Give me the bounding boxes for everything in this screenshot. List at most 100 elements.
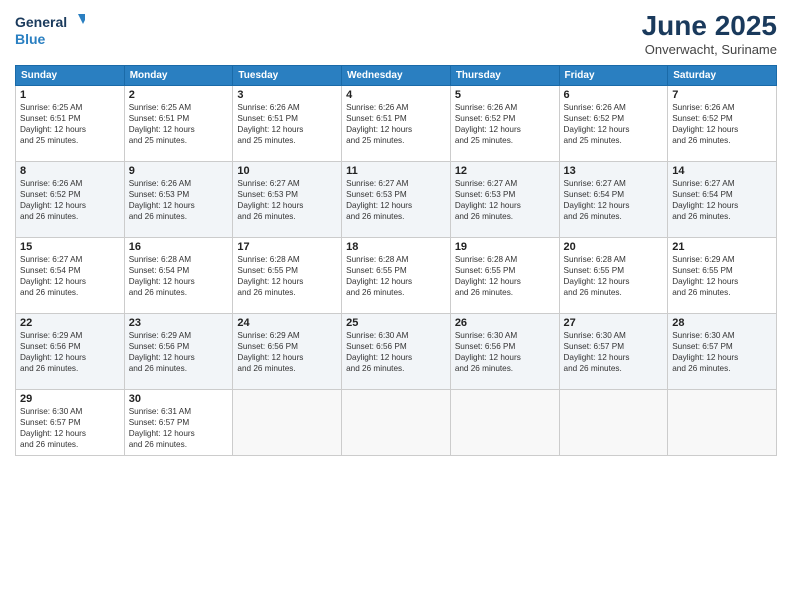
day-number: 17 [237, 241, 337, 253]
day-cell: 21Sunrise: 6:29 AM Sunset: 6:55 PM Dayli… [668, 238, 777, 314]
logo-svg: General Blue [15, 10, 85, 50]
day-cell: 22Sunrise: 6:29 AM Sunset: 6:56 PM Dayli… [16, 314, 125, 390]
day-info: Sunrise: 6:26 AM Sunset: 6:51 PM Dayligh… [346, 102, 446, 146]
day-number: 4 [346, 89, 446, 101]
col-header-wednesday: Wednesday [342, 66, 451, 86]
day-cell: 2Sunrise: 6:25 AM Sunset: 6:51 PM Daylig… [124, 86, 233, 162]
day-cell: 3Sunrise: 6:26 AM Sunset: 6:51 PM Daylig… [233, 86, 342, 162]
day-cell: 27Sunrise: 6:30 AM Sunset: 6:57 PM Dayli… [559, 314, 668, 390]
day-info: Sunrise: 6:29 AM Sunset: 6:56 PM Dayligh… [20, 330, 120, 374]
day-cell [559, 390, 668, 456]
day-number: 15 [20, 241, 120, 253]
day-number: 18 [346, 241, 446, 253]
week-row-4: 22Sunrise: 6:29 AM Sunset: 6:56 PM Dayli… [16, 314, 777, 390]
month-title: June 2025 [642, 10, 777, 42]
day-info: Sunrise: 6:28 AM Sunset: 6:54 PM Dayligh… [129, 254, 229, 298]
col-header-friday: Friday [559, 66, 668, 86]
day-number: 13 [564, 165, 664, 177]
day-cell: 20Sunrise: 6:28 AM Sunset: 6:55 PM Dayli… [559, 238, 668, 314]
day-info: Sunrise: 6:26 AM Sunset: 6:52 PM Dayligh… [672, 102, 772, 146]
day-cell: 1Sunrise: 6:25 AM Sunset: 6:51 PM Daylig… [16, 86, 125, 162]
day-info: Sunrise: 6:30 AM Sunset: 6:56 PM Dayligh… [346, 330, 446, 374]
day-cell: 9Sunrise: 6:26 AM Sunset: 6:53 PM Daylig… [124, 162, 233, 238]
day-info: Sunrise: 6:26 AM Sunset: 6:52 PM Dayligh… [455, 102, 555, 146]
day-cell: 6Sunrise: 6:26 AM Sunset: 6:52 PM Daylig… [559, 86, 668, 162]
day-number: 23 [129, 317, 229, 329]
day-cell: 17Sunrise: 6:28 AM Sunset: 6:55 PM Dayli… [233, 238, 342, 314]
title-block: June 2025 Onverwacht, Suriname [642, 10, 777, 57]
day-number: 1 [20, 89, 120, 101]
day-info: Sunrise: 6:26 AM Sunset: 6:52 PM Dayligh… [564, 102, 664, 146]
day-info: Sunrise: 6:27 AM Sunset: 6:54 PM Dayligh… [20, 254, 120, 298]
day-number: 20 [564, 241, 664, 253]
day-cell [668, 390, 777, 456]
day-info: Sunrise: 6:27 AM Sunset: 6:53 PM Dayligh… [237, 178, 337, 222]
day-number: 14 [672, 165, 772, 177]
day-info: Sunrise: 6:25 AM Sunset: 6:51 PM Dayligh… [129, 102, 229, 146]
day-number: 6 [564, 89, 664, 101]
day-info: Sunrise: 6:29 AM Sunset: 6:56 PM Dayligh… [129, 330, 229, 374]
day-number: 22 [20, 317, 120, 329]
col-header-thursday: Thursday [450, 66, 559, 86]
day-info: Sunrise: 6:31 AM Sunset: 6:57 PM Dayligh… [129, 406, 229, 450]
header-row: SundayMondayTuesdayWednesdayThursdayFrid… [16, 66, 777, 86]
col-header-tuesday: Tuesday [233, 66, 342, 86]
day-info: Sunrise: 6:29 AM Sunset: 6:56 PM Dayligh… [237, 330, 337, 374]
day-cell: 11Sunrise: 6:27 AM Sunset: 6:53 PM Dayli… [342, 162, 451, 238]
day-info: Sunrise: 6:29 AM Sunset: 6:55 PM Dayligh… [672, 254, 772, 298]
day-info: Sunrise: 6:27 AM Sunset: 6:54 PM Dayligh… [672, 178, 772, 222]
day-number: 24 [237, 317, 337, 329]
day-cell: 16Sunrise: 6:28 AM Sunset: 6:54 PM Dayli… [124, 238, 233, 314]
day-info: Sunrise: 6:27 AM Sunset: 6:53 PM Dayligh… [455, 178, 555, 222]
day-number: 7 [672, 89, 772, 101]
svg-text:General: General [15, 14, 67, 30]
day-number: 25 [346, 317, 446, 329]
week-row-1: 1Sunrise: 6:25 AM Sunset: 6:51 PM Daylig… [16, 86, 777, 162]
day-info: Sunrise: 6:27 AM Sunset: 6:54 PM Dayligh… [564, 178, 664, 222]
day-cell: 18Sunrise: 6:28 AM Sunset: 6:55 PM Dayli… [342, 238, 451, 314]
day-info: Sunrise: 6:30 AM Sunset: 6:56 PM Dayligh… [455, 330, 555, 374]
day-number: 29 [20, 393, 120, 405]
day-cell: 26Sunrise: 6:30 AM Sunset: 6:56 PM Dayli… [450, 314, 559, 390]
day-info: Sunrise: 6:28 AM Sunset: 6:55 PM Dayligh… [455, 254, 555, 298]
day-number: 26 [455, 317, 555, 329]
col-header-sunday: Sunday [16, 66, 125, 86]
svg-text:Blue: Blue [15, 31, 46, 47]
day-info: Sunrise: 6:26 AM Sunset: 6:52 PM Dayligh… [20, 178, 120, 222]
day-number: 28 [672, 317, 772, 329]
day-cell: 23Sunrise: 6:29 AM Sunset: 6:56 PM Dayli… [124, 314, 233, 390]
day-info: Sunrise: 6:30 AM Sunset: 6:57 PM Dayligh… [20, 406, 120, 450]
day-info: Sunrise: 6:28 AM Sunset: 6:55 PM Dayligh… [237, 254, 337, 298]
day-number: 9 [129, 165, 229, 177]
day-number: 16 [129, 241, 229, 253]
day-cell: 13Sunrise: 6:27 AM Sunset: 6:54 PM Dayli… [559, 162, 668, 238]
day-number: 2 [129, 89, 229, 101]
col-header-saturday: Saturday [668, 66, 777, 86]
day-number: 3 [237, 89, 337, 101]
day-number: 12 [455, 165, 555, 177]
page-header: General Blue June 2025 Onverwacht, Surin… [15, 10, 777, 57]
day-cell: 7Sunrise: 6:26 AM Sunset: 6:52 PM Daylig… [668, 86, 777, 162]
day-number: 27 [564, 317, 664, 329]
calendar-table: SundayMondayTuesdayWednesdayThursdayFrid… [15, 65, 777, 456]
day-cell: 15Sunrise: 6:27 AM Sunset: 6:54 PM Dayli… [16, 238, 125, 314]
day-cell: 5Sunrise: 6:26 AM Sunset: 6:52 PM Daylig… [450, 86, 559, 162]
day-number: 19 [455, 241, 555, 253]
day-cell: 19Sunrise: 6:28 AM Sunset: 6:55 PM Dayli… [450, 238, 559, 314]
day-cell: 25Sunrise: 6:30 AM Sunset: 6:56 PM Dayli… [342, 314, 451, 390]
day-info: Sunrise: 6:26 AM Sunset: 6:53 PM Dayligh… [129, 178, 229, 222]
day-cell [342, 390, 451, 456]
day-info: Sunrise: 6:28 AM Sunset: 6:55 PM Dayligh… [564, 254, 664, 298]
day-cell: 29Sunrise: 6:30 AM Sunset: 6:57 PM Dayli… [16, 390, 125, 456]
day-number: 5 [455, 89, 555, 101]
week-row-2: 8Sunrise: 6:26 AM Sunset: 6:52 PM Daylig… [16, 162, 777, 238]
day-number: 21 [672, 241, 772, 253]
day-cell: 10Sunrise: 6:27 AM Sunset: 6:53 PM Dayli… [233, 162, 342, 238]
day-cell: 12Sunrise: 6:27 AM Sunset: 6:53 PM Dayli… [450, 162, 559, 238]
day-info: Sunrise: 6:25 AM Sunset: 6:51 PM Dayligh… [20, 102, 120, 146]
day-info: Sunrise: 6:30 AM Sunset: 6:57 PM Dayligh… [672, 330, 772, 374]
day-info: Sunrise: 6:28 AM Sunset: 6:55 PM Dayligh… [346, 254, 446, 298]
day-info: Sunrise: 6:30 AM Sunset: 6:57 PM Dayligh… [564, 330, 664, 374]
col-header-monday: Monday [124, 66, 233, 86]
logo: General Blue [15, 10, 85, 50]
